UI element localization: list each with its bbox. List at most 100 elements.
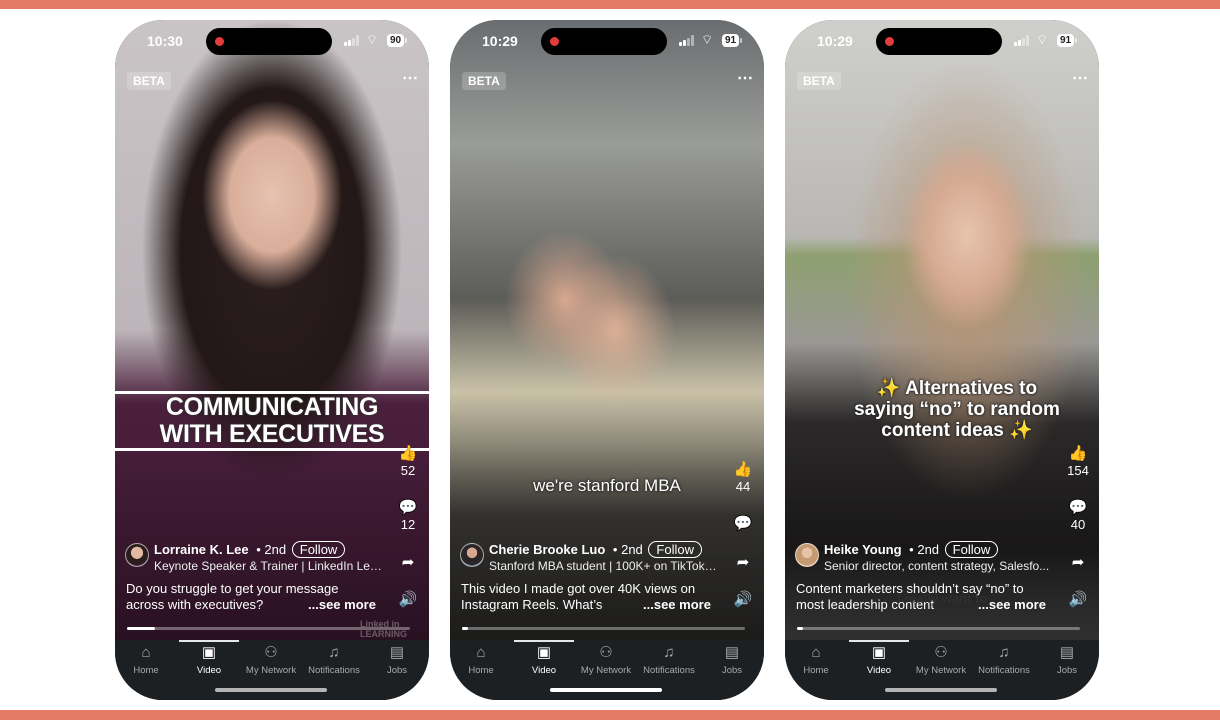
nav-video[interactable]: ▣ Video <box>848 644 910 676</box>
comment-icon: 💬 <box>1068 499 1088 516</box>
nav-my-network[interactable]: ⚇ My Network <box>575 644 637 676</box>
video-overlay-title: COMMUNICATING WITH EXECUTIVES <box>115 391 429 451</box>
briefcase-icon: ▤ <box>389 644 405 661</box>
network-icon: ⚇ <box>264 644 278 661</box>
like-count: 154 <box>1067 463 1089 478</box>
like-button[interactable]: 👍 44 <box>730 461 756 495</box>
comment-button[interactable]: 💬 <box>730 516 756 532</box>
beta-badge: BETA <box>797 72 841 90</box>
home-indicator[interactable] <box>885 688 997 692</box>
nav-video[interactable]: ▣ Video <box>513 644 575 676</box>
active-tab-indicator <box>849 640 909 642</box>
nav-home[interactable]: ⌂ Home <box>115 644 177 676</box>
dynamic-island <box>541 28 667 55</box>
cellular-signal-icon <box>1014 35 1030 46</box>
comment-button[interactable]: 💬 40 <box>1065 499 1091 533</box>
see-more-link[interactable]: ...see more <box>978 597 1046 612</box>
share-button[interactable]: ➦ <box>395 555 421 571</box>
wifi-icon: ⌔ <box>1036 32 1049 47</box>
avatar[interactable] <box>795 543 819 567</box>
author-name[interactable]: Lorraine K. Lee <box>154 542 249 557</box>
like-icon: 👍 <box>398 445 418 462</box>
author-headline: Stanford MBA student | 100K+ on TikTok |… <box>489 559 719 573</box>
comment-count: 40 <box>1070 517 1086 532</box>
network-icon: ⚇ <box>599 644 613 661</box>
bottom-accent-stripe <box>0 710 1220 720</box>
author-headline: Keynote Speaker & Trainer | LinkedIn Lea… <box>154 559 384 573</box>
video-progress-bar[interactable] <box>462 627 745 630</box>
dynamic-island <box>876 28 1002 55</box>
home-icon: ⌂ <box>141 644 151 661</box>
share-icon: ➦ <box>736 554 750 571</box>
author-name[interactable]: Heike Young <box>824 542 902 557</box>
see-more-link[interactable]: ...see more <box>643 597 711 612</box>
nav-home[interactable]: ⌂ Home <box>785 644 847 676</box>
like-button[interactable]: 👍 154 <box>1065 445 1091 479</box>
video-overlay-text: ✨ Alternatives to saying “no” to random … <box>854 378 1060 441</box>
comment-button[interactable]: 💬 12 <box>395 499 421 533</box>
nav-jobs[interactable]: ▤ Jobs <box>701 644 763 676</box>
home-indicator[interactable] <box>215 688 327 692</box>
connection-degree: • 2nd <box>256 542 287 557</box>
nav-jobs[interactable]: ▤ Jobs <box>366 644 428 676</box>
dynamic-island <box>206 28 332 55</box>
author-name[interactable]: Cherie Brooke Luo <box>489 542 605 557</box>
status-bar: 10:29 ⌔ 91 <box>450 20 764 64</box>
follow-button[interactable]: Follow <box>291 541 346 558</box>
active-tab-indicator <box>514 640 574 642</box>
volume-button[interactable]: 🔊 <box>730 592 756 608</box>
nav-jobs[interactable]: ▤ Jobs <box>1036 644 1098 676</box>
comment-icon: 💬 <box>398 499 418 516</box>
home-icon: ⌂ <box>476 644 486 661</box>
nav-video[interactable]: ▣ Video <box>178 644 240 676</box>
bell-icon: ♫ <box>328 644 340 661</box>
share-icon: ➦ <box>1071 554 1085 571</box>
progress-fill <box>462 627 468 630</box>
avatar[interactable] <box>460 543 484 567</box>
share-icon: ➦ <box>401 554 415 571</box>
clock: 10:29 <box>817 33 853 49</box>
follow-button[interactable]: Follow <box>648 541 702 558</box>
like-button[interactable]: 👍 52 <box>395 445 421 479</box>
comment-count: 12 <box>400 517 416 532</box>
nav-my-network[interactable]: ⚇ My Network <box>910 644 972 676</box>
follow-button[interactable]: Follow <box>944 541 999 558</box>
bell-icon: ♫ <box>998 644 1010 661</box>
share-button[interactable]: ➦ <box>1065 555 1091 571</box>
share-button[interactable]: ➦ <box>730 555 756 571</box>
volume-icon: 🔊 <box>398 591 418 608</box>
nav-notifications[interactable]: ♫ Notifications <box>303 644 365 676</box>
see-more-link[interactable]: ...see more <box>308 597 376 612</box>
nav-notifications[interactable]: ♫ Notifications <box>973 644 1035 676</box>
video-subtitle: I really want to <box>897 591 988 606</box>
home-indicator[interactable] <box>550 688 662 692</box>
like-icon: 👍 <box>1068 445 1088 462</box>
nav-notifications[interactable]: ♫ Notifications <box>638 644 700 676</box>
video-caption: we're stanford MBA <box>533 476 681 495</box>
avatar[interactable] <box>125 543 149 567</box>
action-rail: 👍 44 💬 ➦ 🔊 <box>730 20 756 640</box>
video-progress-bar[interactable] <box>797 627 1080 630</box>
action-rail: 👍 154 💬 40 ➦ 🔊 <box>1065 20 1091 640</box>
progress-fill <box>127 627 156 630</box>
volume-button[interactable]: 🔊 <box>395 592 421 608</box>
network-icon: ⚇ <box>934 644 948 661</box>
like-icon: 👍 <box>733 461 753 478</box>
video-icon: ▣ <box>201 644 217 661</box>
nav-my-network[interactable]: ⚇ My Network <box>240 644 302 676</box>
comment-icon: 💬 <box>733 515 753 532</box>
wifi-icon: ⌔ <box>701 32 714 47</box>
nav-home[interactable]: ⌂ Home <box>450 644 512 676</box>
connection-degree: • 2nd <box>909 542 940 557</box>
top-accent-stripe <box>0 0 1220 9</box>
video-progress-bar[interactable] <box>127 627 410 630</box>
phone-screen-cherie: 10:29 ⌔ 91 BETA ⋯ we're stanford MBA 👍 4… <box>450 20 764 700</box>
home-icon: ⌂ <box>811 644 821 661</box>
clock: 10:29 <box>482 33 518 49</box>
beta-badge: BETA <box>462 72 506 90</box>
cellular-signal-icon <box>344 35 360 46</box>
volume-icon: 🔊 <box>733 591 753 608</box>
recording-indicator-icon <box>885 37 894 46</box>
action-rail: 👍 52 💬 12 ➦ 🔊 <box>395 20 421 640</box>
volume-button[interactable]: 🔊 <box>1065 592 1091 608</box>
